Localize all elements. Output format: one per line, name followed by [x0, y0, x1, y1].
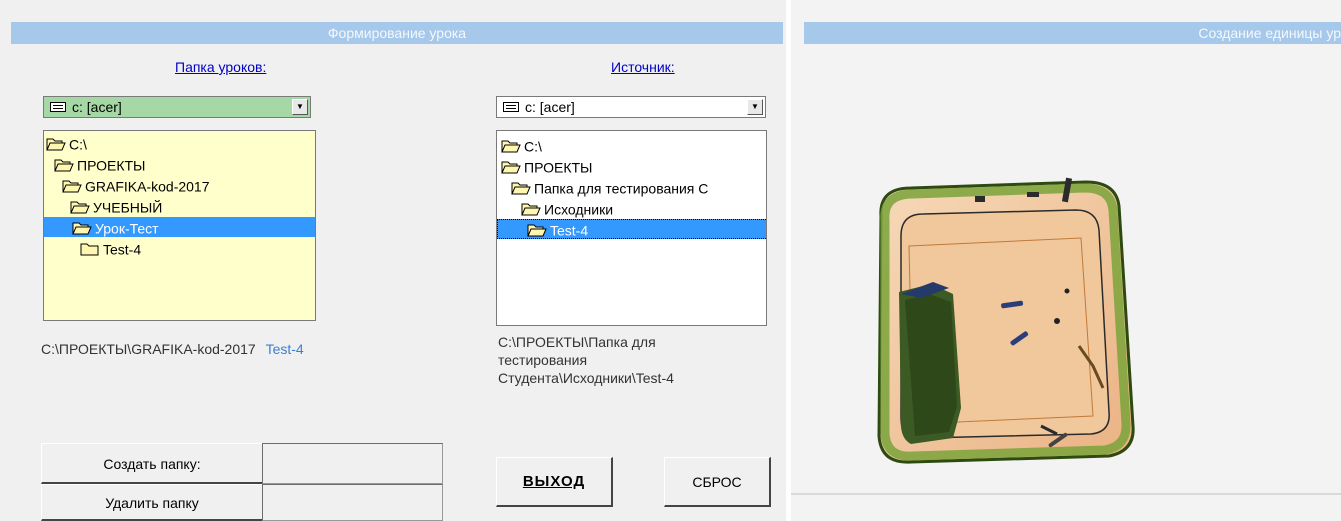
tree-item-label: C:\: [524, 138, 542, 155]
folder-icon: [80, 243, 99, 256]
tree-item[interactable]: C:\: [44, 133, 87, 153]
divider: [791, 493, 1341, 495]
tree-item-label: ПРОЕКТЫ: [77, 157, 146, 174]
source-link[interactable]: Источник:: [611, 59, 675, 75]
lessons-folder-tree[interactable]: C:\ ПРОЕКТЫ GRAFIKA-kod-2017 УЧЕБНЫЙ Урок-Те…: [43, 130, 316, 321]
source-path-line: Студента\Исходники\Test-4: [498, 370, 674, 386]
tree-item[interactable]: ПРОЕКТЫ: [497, 156, 592, 176]
lessons-drive-select[interactable]: c: [acer] ▼: [43, 96, 311, 118]
folder-icon: [46, 138, 66, 151]
source-path-line: тестирования: [498, 352, 588, 368]
panel-title: Формирование урока: [11, 22, 783, 44]
exit-button[interactable]: ВЫХОД: [496, 457, 613, 507]
drive-icon: [50, 102, 66, 112]
tree-item-label: ПРОЕКТЫ: [524, 159, 593, 176]
lessons-path: C:\ПРОЕКТЫ\GRAFIKA-kod-2017 Test-4: [41, 340, 304, 358]
tree-item-label: Исходники: [544, 201, 614, 218]
lesson-formation-panel: Формирование урока Папка уроков: Источни…: [0, 0, 786, 521]
folder-icon: [70, 201, 90, 214]
tree-item-label: C:\: [69, 136, 87, 153]
lessons-drive-value: c: [acer]: [72, 99, 122, 115]
chevron-down-icon[interactable]: ▼: [747, 99, 763, 115]
delete-folder-button[interactable]: Удалить папку: [41, 484, 264, 521]
lessons-folder-link[interactable]: Папка уроков:: [175, 59, 266, 75]
drive-icon: [503, 102, 519, 112]
tree-item[interactable]: Исходники: [497, 198, 613, 218]
folder-icon: [72, 222, 92, 235]
source-path-line: C:\ПРОЕКТЫ\Папка для: [498, 334, 656, 350]
folder-icon: [54, 159, 74, 172]
folder-icon: [527, 224, 547, 237]
xray-baggage-image: [871, 176, 1143, 488]
tree-item[interactable]: Test-4: [44, 238, 141, 258]
tree-item[interactable]: Урок-Тест: [44, 217, 315, 237]
tree-item-label: GRAFIKA-kod-2017: [85, 178, 210, 195]
source-folder-tree[interactable]: C:\ ПРОЕКТЫ Папка для тестирования С Исходн…: [496, 130, 767, 326]
create-folder-field[interactable]: [262, 443, 443, 484]
folder-icon: [521, 203, 541, 216]
create-folder-button[interactable]: Создать папку:: [41, 443, 264, 484]
reset-button[interactable]: СБРОС: [664, 457, 771, 507]
tree-item[interactable]: C:\: [497, 135, 542, 155]
tree-item-label: Test-4: [550, 222, 589, 239]
tree-item[interactable]: ПРОЕКТЫ: [44, 154, 145, 174]
panel-title: Создание единицы ур: [804, 22, 1341, 44]
lessons-path-suffix: Test-4: [265, 341, 304, 357]
chevron-down-icon[interactable]: ▼: [292, 99, 308, 115]
tree-item[interactable]: Test-4: [497, 219, 766, 239]
folder-icon: [511, 182, 531, 195]
tree-item[interactable]: GRAFIKA-kod-2017: [44, 175, 210, 195]
tree-item-label: Test-4: [103, 241, 142, 258]
lessons-path-base: C:\ПРОЕКТЫ\GRAFIKA-kod-2017: [41, 341, 256, 357]
tree-item-label: Папка для тестирования С: [534, 180, 709, 197]
delete-folder-field[interactable]: [262, 484, 443, 521]
unit-creation-panel: Создание единицы ур: [791, 0, 1341, 521]
folder-icon: [62, 180, 82, 193]
folder-icon: [501, 161, 521, 174]
source-path: C:\ПРОЕКТЫ\Папка для тестирования Студен…: [498, 333, 728, 387]
tree-item-label: Урок-Тест: [95, 220, 159, 237]
tree-item[interactable]: Папка для тестирования С: [497, 177, 708, 197]
source-drive-value: c: [acer]: [525, 99, 575, 115]
folder-icon: [501, 140, 521, 153]
source-drive-select[interactable]: c: [acer] ▼: [496, 96, 766, 118]
tree-item-label: УЧЕБНЫЙ: [93, 199, 163, 216]
tree-item[interactable]: УЧЕБНЫЙ: [44, 196, 162, 216]
